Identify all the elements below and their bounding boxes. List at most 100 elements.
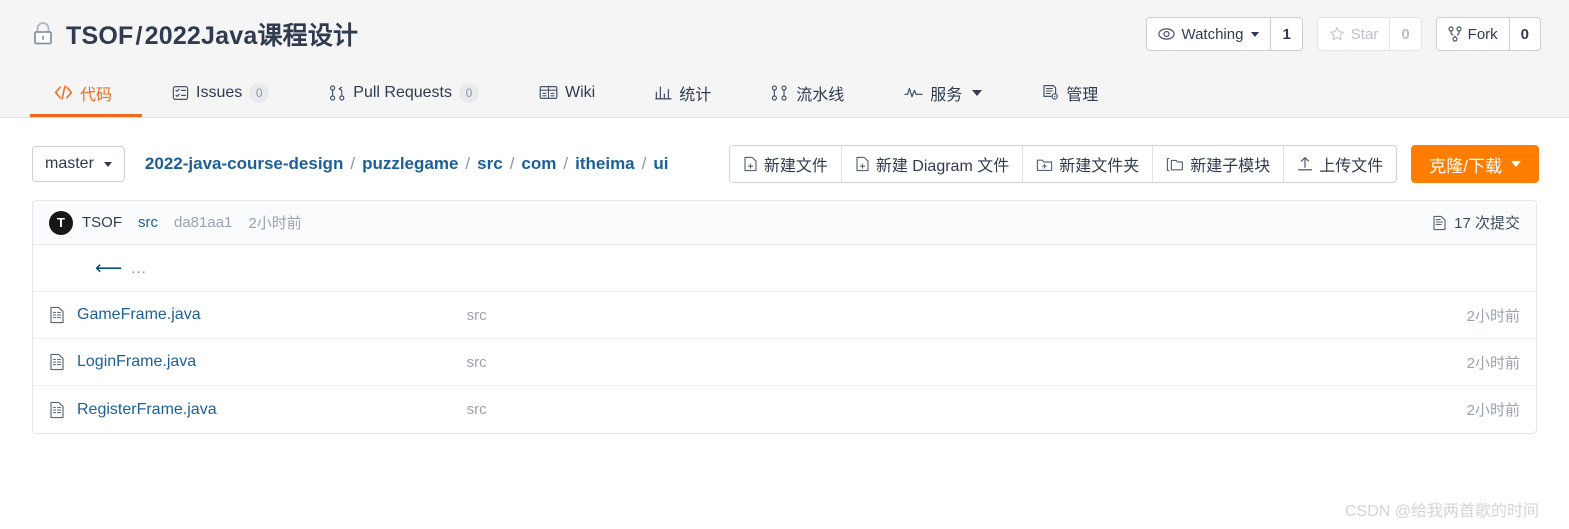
star-count[interactable]: 0	[1389, 18, 1421, 50]
breadcrumb-item-5[interactable]: ui	[653, 154, 668, 174]
new-file-button[interactable]: 新建文件	[729, 146, 842, 182]
branch-selector[interactable]: master	[32, 146, 125, 182]
watch-label: Watching	[1181, 25, 1244, 43]
chart-icon	[655, 85, 672, 100]
file-updated-time: 2小时前	[1466, 354, 1520, 372]
chevron-down-icon	[1511, 161, 1521, 167]
file-name[interactable]: RegisterFrame.java	[77, 401, 217, 419]
repo-name[interactable]: 2022Java课程设计	[145, 22, 359, 50]
commit-history-link[interactable]: 17 次提交	[1432, 212, 1520, 233]
breadcrumb-separator: /	[350, 154, 356, 173]
tab-manage-label: 管理	[1066, 86, 1099, 104]
tab-manage[interactable]: 管理	[1012, 68, 1128, 117]
new-file-icon	[743, 156, 758, 172]
repo-nav-tabs: 代码 Issues 0 Pull Requests 0 Wiki 统计 流水线 …	[0, 68, 1569, 117]
breadcrumb-item-0[interactable]: 2022-java-course-design	[145, 154, 343, 174]
lock-icon	[30, 20, 56, 48]
commit-author[interactable]: TSOF	[82, 214, 122, 231]
parent-directory-row[interactable]: ⟵ ...	[33, 245, 1536, 292]
chevron-down-icon	[1251, 31, 1260, 37]
commit-history-icon	[1432, 215, 1447, 231]
star-label: Star	[1350, 25, 1379, 43]
file-commit-message[interactable]: src	[467, 307, 1467, 324]
star-button-group[interactable]: Star 0	[1316, 17, 1422, 51]
tab-stats[interactable]: 统计	[625, 68, 741, 117]
wiki-icon	[539, 85, 558, 100]
watch-count[interactable]: 1	[1270, 18, 1302, 50]
fork-button[interactable]: Fork	[1436, 18, 1509, 50]
star-button[interactable]: Star	[1317, 18, 1390, 50]
commit-count-label: 17 次提交	[1454, 215, 1520, 232]
title-separator: /	[135, 22, 143, 50]
tab-pipeline-label: 流水线	[796, 86, 845, 104]
breadcrumb-item-4[interactable]: itheima	[575, 154, 635, 174]
breadcrumb-item-3[interactable]: com	[521, 154, 556, 174]
new-file-label: 新建文件	[763, 158, 828, 175]
tab-services-label: 服务	[930, 86, 963, 104]
upload-file-button[interactable]: 上传文件	[1284, 146, 1397, 182]
breadcrumb-item-2[interactable]: src	[477, 154, 503, 174]
tab-wiki-label: Wiki	[564, 83, 596, 101]
new-diagram-file-label: 新建 Diagram 文件	[875, 158, 1010, 175]
fork-button-group[interactable]: Fork 0	[1435, 17, 1541, 51]
new-submodule-icon	[1166, 157, 1184, 172]
chevron-down-icon	[972, 89, 983, 96]
branch-name: master	[45, 155, 94, 172]
file-name[interactable]: GameFrame.java	[77, 306, 201, 324]
file-commit-message[interactable]: src	[467, 401, 1467, 418]
header-top-bar: TSOF/2022Java课程设计 Watching 1 Star 0 Fork…	[0, 0, 1569, 68]
csdn-watermark: CSDN @给我两首歌的时间	[1344, 503, 1539, 520]
parent-directory-label: ...	[131, 259, 147, 277]
table-row[interactable]: RegisterFrame.java src 2小时前	[33, 386, 1536, 433]
watch-button-group[interactable]: Watching 1	[1146, 17, 1303, 51]
eye-icon	[1158, 27, 1176, 41]
chevron-down-icon	[103, 161, 112, 167]
tab-pipeline[interactable]: 流水线	[741, 68, 874, 117]
file-updated-time: 2小时前	[1466, 307, 1520, 325]
table-row[interactable]: GameFrame.java src 2小时前	[33, 292, 1536, 339]
file-name[interactable]: LoginFrame.java	[77, 353, 196, 371]
tab-code[interactable]: 代码	[30, 68, 143, 117]
tab-pull-requests-label: Pull Requests	[353, 83, 452, 101]
file-commit-message[interactable]: src	[467, 354, 1467, 371]
commit-sha[interactable]: da81aa1	[174, 214, 232, 231]
repo-owner[interactable]: TSOF	[66, 22, 133, 50]
commit-time: 2小时前	[248, 215, 302, 232]
header-actions: Watching 1 Star 0 Fork 0	[1146, 17, 1541, 51]
tab-issues[interactable]: Issues 0	[142, 68, 299, 117]
star-icon	[1329, 26, 1345, 42]
file-icon	[49, 401, 77, 419]
fork-count[interactable]: 0	[1508, 18, 1540, 50]
table-row[interactable]: LoginFrame.java src 2小时前	[33, 339, 1536, 386]
latest-commit-bar: T TSOF src da81aa1 2小时前 17 次提交	[33, 201, 1536, 245]
fork-icon	[1448, 26, 1462, 42]
breadcrumb-separator: /	[465, 154, 471, 173]
tab-stats-label: 统计	[679, 86, 712, 104]
tab-pull-requests[interactable]: Pull Requests 0	[299, 68, 509, 117]
new-folder-button[interactable]: 新建文件夹	[1023, 146, 1154, 182]
breadcrumb-separator: /	[509, 154, 515, 173]
file-icon	[49, 306, 77, 324]
breadcrumb-separator: /	[641, 154, 647, 173]
pull-request-icon	[329, 84, 346, 101]
watch-button[interactable]: Watching	[1147, 18, 1271, 50]
new-submodule-button[interactable]: 新建子模块	[1153, 146, 1285, 182]
fork-label: Fork	[1467, 25, 1498, 43]
breadcrumb-item-1[interactable]: puzzlegame	[362, 154, 458, 174]
new-submodule-label: 新建子模块	[1190, 158, 1271, 175]
new-diagram-file-button[interactable]: 新建 Diagram 文件	[841, 146, 1024, 182]
service-icon	[904, 86, 923, 99]
avatar[interactable]: T	[49, 210, 73, 235]
tab-services[interactable]: 服务	[874, 68, 1012, 117]
repo-header: TSOF/2022Java课程设计 Watching 1 Star 0 Fork…	[0, 0, 1569, 118]
commit-message[interactable]: src	[138, 214, 158, 231]
back-arrow-icon: ⟵	[95, 257, 123, 279]
toolbar-actions: 新建文件 新建 Diagram 文件 新建文件夹 新建子模块 上传文件 克隆/下…	[728, 145, 1539, 183]
tab-issues-label: Issues	[196, 83, 243, 101]
tab-wiki[interactable]: Wiki	[509, 68, 625, 117]
clone-download-button[interactable]: 克隆/下载	[1411, 145, 1539, 183]
repo-title-block: TSOF/2022Java课程设计	[30, 16, 358, 52]
upload-file-label: 上传文件	[1319, 158, 1384, 175]
tab-issues-badge: 0	[249, 82, 270, 103]
repo-toolbar: master 2022-java-course-design / puzzleg…	[0, 118, 1569, 188]
